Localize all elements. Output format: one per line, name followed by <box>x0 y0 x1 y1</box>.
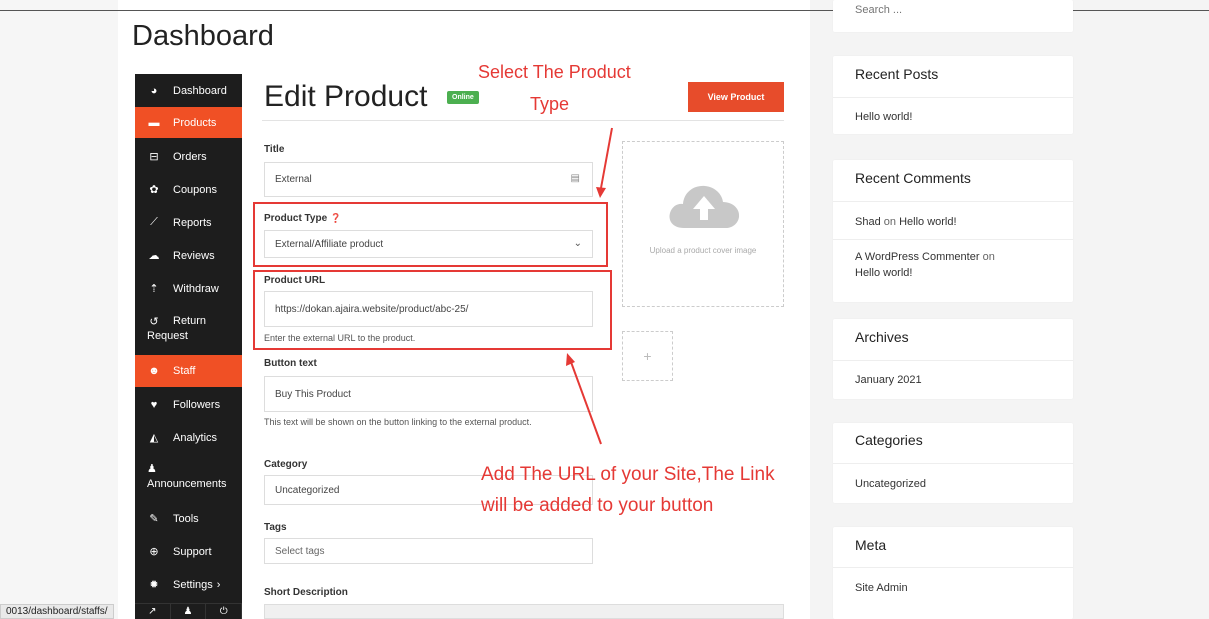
search-input[interactable] <box>855 4 1055 16</box>
archives-title: Archives <box>855 329 909 345</box>
arrow-to-product-url <box>570 361 602 445</box>
meta-title: Meta <box>855 537 887 553</box>
recent-comments-widget: Recent Comments Shad on Hello world! A W… <box>833 160 1073 302</box>
recent-posts-widget: Recent Posts Hello world! <box>833 56 1073 134</box>
annotation-add-url-2: will be added to your button <box>481 495 714 516</box>
categories-widget: Categories Uncategorized <box>833 423 1073 503</box>
category-link[interactable]: Uncategorized <box>855 476 926 492</box>
comment-item: A WordPress Commenter on Hello world! <box>855 251 995 279</box>
archive-link[interactable]: January 2021 <box>855 372 922 388</box>
annotation-select-type-2: Type <box>530 94 570 114</box>
recent-post-link[interactable]: Hello world! <box>855 109 912 125</box>
recent-posts-title: Recent Posts <box>855 66 939 82</box>
annotation-add-url: Add The URL of your Site,The Link <box>481 464 775 485</box>
archives-widget: Archives January 2021 <box>833 319 1073 399</box>
meta-widget: Meta Site Admin <box>833 527 1073 619</box>
browser-status-url: 0013/dashboard/staffs/ <box>0 604 114 619</box>
recent-comments-title: Recent Comments <box>855 170 971 186</box>
annotation-select-type: Select The Product <box>478 62 631 82</box>
categories-title: Categories <box>855 432 923 448</box>
comment-item: Shad on Hello world! <box>855 216 957 228</box>
arrow-head-type <box>596 187 606 198</box>
site-admin-link[interactable]: Site Admin <box>855 580 908 596</box>
arrow-head-url <box>566 353 575 366</box>
search-widget <box>833 0 1073 32</box>
arrow-to-product-type <box>600 127 613 189</box>
